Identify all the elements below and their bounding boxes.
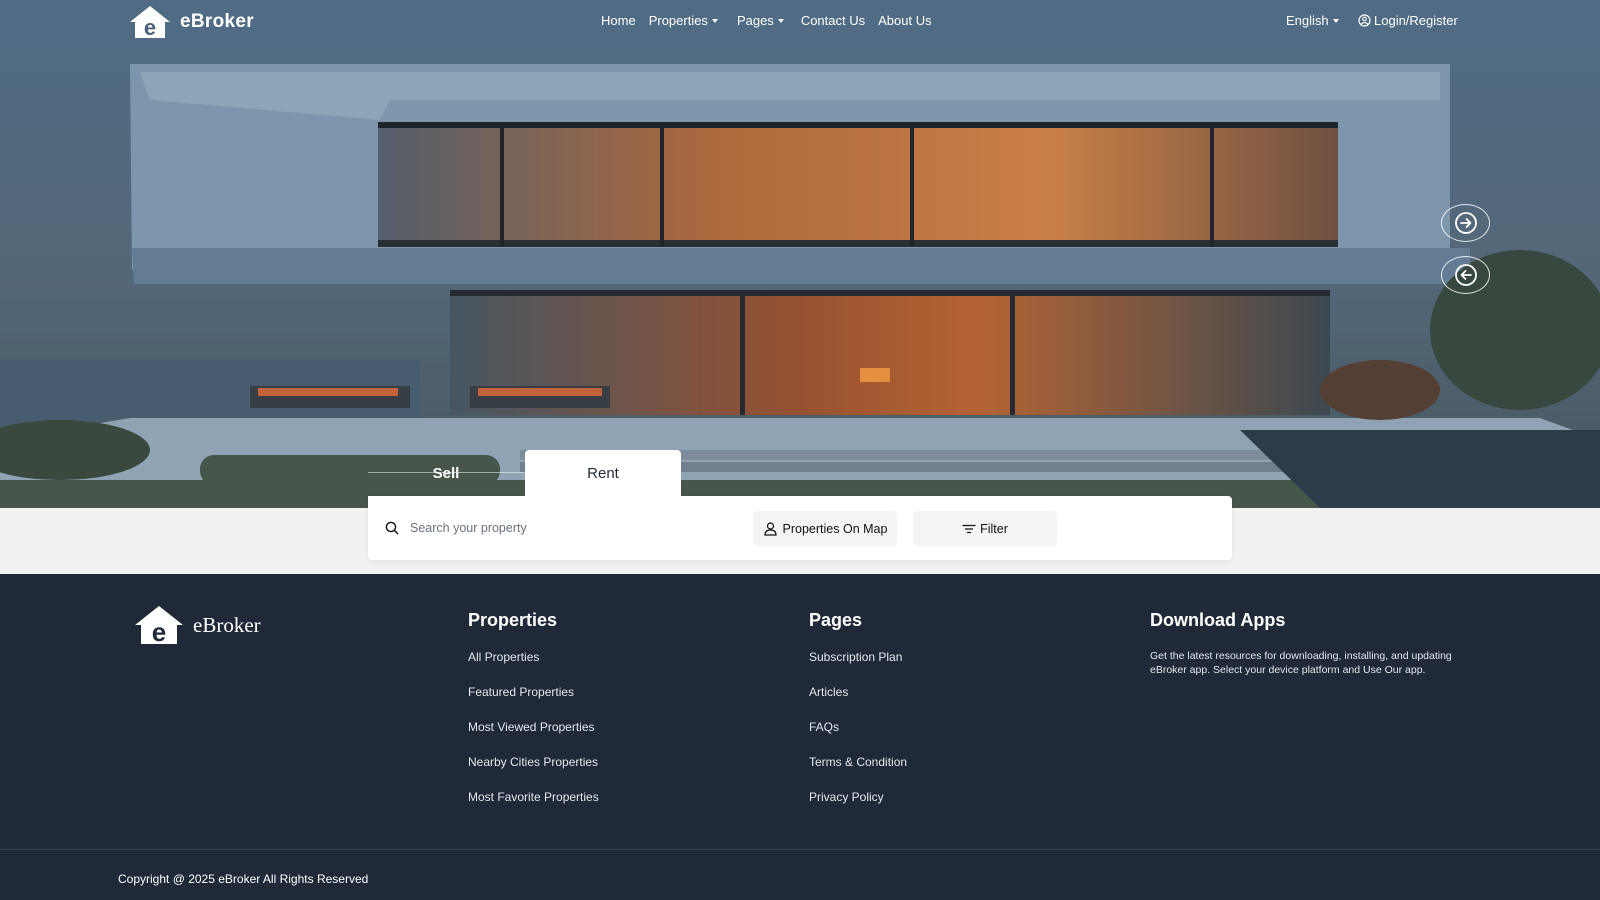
- footer-link-subscription-plan[interactable]: Subscription Plan: [809, 650, 907, 685]
- footer-download-title: Download Apps: [1150, 610, 1286, 630]
- footer-link-all-properties[interactable]: All Properties: [468, 650, 599, 685]
- copyright-text: Copyright @ 2025 eBroker All Rights Rese…: [118, 872, 369, 886]
- chevron-down-icon: [711, 18, 718, 23]
- footer-properties-column: Properties All Properties Featured Prope…: [468, 610, 599, 825]
- hero-banner: e eBroker Home Properties Pages Contact …: [0, 0, 1600, 508]
- language-selector[interactable]: English: [1286, 13, 1339, 28]
- hero-house-image: [0, 0, 1600, 508]
- tab-rent[interactable]: Rent: [525, 450, 681, 496]
- chevron-down-icon: [1332, 18, 1339, 23]
- chevron-down-icon: [777, 18, 784, 23]
- footer-link-most-viewed-properties[interactable]: Most Viewed Properties: [468, 720, 599, 755]
- slider-prev-button[interactable]: [1441, 256, 1490, 294]
- footer-pages-column: Pages Subscription Plan Articles FAQs Te…: [809, 610, 907, 825]
- tab-sell[interactable]: Sell: [368, 450, 524, 496]
- search-card: Properties On Map Filter: [368, 496, 1232, 560]
- footer-brand[interactable]: e eBroker: [133, 604, 261, 646]
- house-logo-icon: e: [130, 6, 170, 40]
- top-navbar: e eBroker Home Properties Pages Contact …: [0, 0, 1600, 44]
- user-circle-icon: [1358, 14, 1371, 27]
- login-register-link[interactable]: Login/Register: [1358, 13, 1458, 28]
- house-logo-icon: e: [135, 606, 183, 646]
- footer-link-most-favorite-properties[interactable]: Most Favorite Properties: [468, 790, 599, 825]
- search-input[interactable]: [410, 517, 740, 539]
- main-menu: Home Properties Pages Contact Us About U…: [601, 13, 932, 28]
- footer-download-description: Get the latest resources for downloading…: [1150, 650, 1452, 676]
- footer-download-column: Download Apps Get the latest resources f…: [1150, 610, 1460, 677]
- brand-logo-link[interactable]: e eBroker: [128, 4, 254, 40]
- svg-text:e: e: [152, 617, 166, 646]
- filter-icon: [962, 524, 976, 533]
- search-icon: [385, 521, 399, 535]
- site-footer: e eBroker Properties All Properties Feat…: [0, 574, 1600, 900]
- properties-on-map-button[interactable]: Properties On Map: [753, 511, 897, 546]
- footer-divider: [0, 849, 1600, 850]
- footer-link-nearby-cities-properties[interactable]: Nearby Cities Properties: [468, 755, 599, 790]
- footer-link-terms-condition[interactable]: Terms & Condition: [809, 755, 907, 790]
- prev-arrow-icon: [1454, 264, 1477, 286]
- next-arrow-icon: [1454, 212, 1477, 234]
- slider-next-button[interactable]: [1441, 204, 1490, 242]
- nav-home[interactable]: Home: [601, 13, 636, 28]
- footer-link-featured-properties[interactable]: Featured Properties: [468, 685, 599, 720]
- footer-link-faqs[interactable]: FAQs: [809, 720, 907, 755]
- brand-name: eBroker: [180, 11, 254, 32]
- footer-pages-title: Pages: [809, 610, 863, 630]
- footer-link-privacy-policy[interactable]: Privacy Policy: [809, 790, 907, 825]
- filter-button[interactable]: Filter: [913, 511, 1057, 546]
- map-pin-user-icon: [763, 522, 777, 536]
- nav-properties[interactable]: Properties: [649, 13, 718, 28]
- nav-contact-us[interactable]: Contact Us: [801, 13, 865, 28]
- footer-link-articles[interactable]: Articles: [809, 685, 907, 720]
- svg-text:e: e: [144, 15, 156, 40]
- footer-properties-title: Properties: [468, 610, 558, 630]
- nav-about-us[interactable]: About Us: [878, 13, 931, 28]
- footer-brand-name: eBroker: [193, 612, 261, 637]
- nav-pages[interactable]: Pages: [737, 13, 784, 28]
